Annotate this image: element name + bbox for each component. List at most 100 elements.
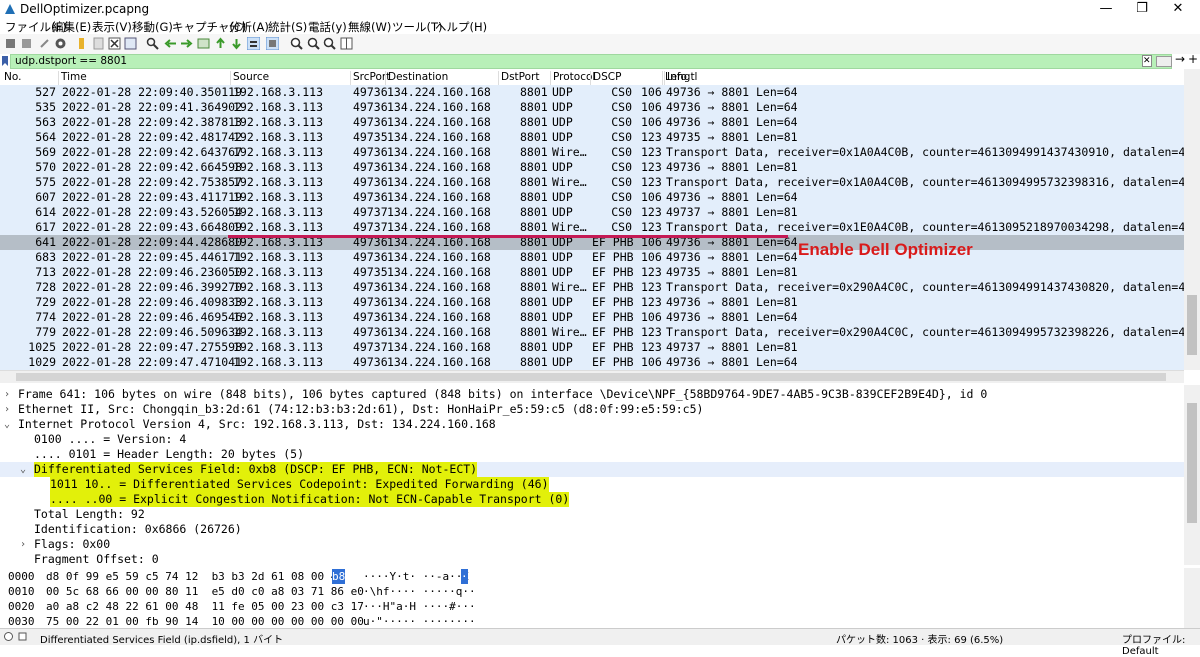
display-filter-input[interactable]: udp.dstport == 8801 ✕ [10, 54, 1172, 69]
table-row[interactable]: 683 2022-01-28 22:09:45.446171 192.168.3.1… [0, 250, 1184, 265]
detail-tree-item[interactable]: .... ..00 = Explicit Congestion Notifica… [0, 492, 1184, 507]
table-row[interactable]: 607 2022-01-28 22:09:43.411719 192.168.3.1… [0, 190, 1184, 205]
go-back-icon[interactable] [164, 37, 177, 50]
column-header-source[interactable]: Source [230, 71, 269, 85]
start-capture-icon[interactable] [4, 37, 17, 50]
zoom-out-icon[interactable] [307, 37, 320, 50]
menu-statistics[interactable]: 統計(S) [268, 19, 307, 35]
apply-filter-icon[interactable]: → [1175, 52, 1185, 66]
clear-filter-icon[interactable]: ✕ [1142, 55, 1152, 67]
packet-list-hscrollbar[interactable] [0, 370, 1184, 383]
reload-icon[interactable] [124, 37, 137, 50]
zoom-in-icon[interactable] [290, 37, 303, 50]
menu-go[interactable]: 移動(G) [132, 19, 173, 35]
capture-options-icon[interactable] [54, 37, 67, 50]
find-packet-icon[interactable] [146, 37, 159, 50]
table-row[interactable]: 614 2022-01-28 22:09:43.526054 192.168.3.1… [0, 205, 1184, 220]
close-button[interactable]: ✕ [1155, 0, 1200, 18]
table-row[interactable]: 1025 2022-01-28 22:09:47.275598 192.168.3.… [0, 340, 1184, 355]
table-row[interactable]: 563 2022-01-28 22:09:42.387813 192.168.3.1… [0, 115, 1184, 130]
table-row[interactable]: 564 2022-01-28 22:09:42.481742 192.168.3.1… [0, 130, 1184, 145]
menu-view[interactable]: 表示(V) [92, 19, 132, 35]
colorize-icon[interactable] [266, 37, 279, 50]
column-header-time[interactable]: Time [58, 71, 87, 85]
column-header-protocol[interactable]: Protocol [550, 71, 595, 85]
table-row[interactable]: 570 2022-01-28 22:09:42.664598 192.168.3.1… [0, 160, 1184, 175]
expanded-arrow-icon[interactable]: ⌄ [4, 417, 14, 432]
filter-history-dropdown[interactable] [1156, 56, 1172, 67]
expanded-arrow-icon[interactable]: ⌄ [20, 462, 30, 477]
detail-tree-item[interactable]: › Flags: 0x00 [0, 537, 1184, 552]
collapsed-arrow-icon[interactable]: › [4, 402, 14, 417]
open-file-icon[interactable] [75, 37, 88, 50]
collapsed-arrow-icon[interactable]: › [20, 537, 30, 552]
hex-bytes[interactable]: d8 0f 99 e5 59 c5 74 12 b3 b3 2d 61 08 0… [46, 569, 351, 584]
table-row[interactable]: 535 2022-01-28 22:09:41.364902 192.168.3.1… [0, 100, 1184, 115]
detail-tree-item[interactable]: .... 0101 = Header Length: 20 bytes (5) [0, 447, 1184, 462]
hex-bytes[interactable]: a0 a8 c2 48 22 61 00 48 11 fe 05 00 23 0… [46, 599, 364, 614]
table-row[interactable]: 1029 2022-01-28 22:09:47.471041 192.168.3.… [0, 355, 1184, 370]
table-row[interactable]: 774 2022-01-28 22:09:46.469546 192.168.3.1… [0, 310, 1184, 325]
detail-tree-item[interactable]: Fragment Offset: 0 [0, 552, 1184, 565]
capture-comment-icon[interactable] [18, 632, 27, 641]
menu-analyze[interactable]: 分析(A) [229, 19, 269, 35]
menu-help[interactable]: ヘルプ(H) [435, 19, 487, 35]
hex-ascii[interactable]: ···H"a·H ····#··· [363, 599, 476, 614]
table-row[interactable]: 575 2022-01-28 22:09:42.753857 192.168.3.1… [0, 175, 1192, 190]
go-forward-icon[interactable] [180, 37, 193, 50]
column-header-destination[interactable]: Destination [385, 71, 448, 85]
detail-tree-item[interactable]: ⌄ Differentiated Services Field: 0xb8 (DS… [0, 462, 1184, 477]
hex-ascii[interactable]: ·\hf···· ·····q·· [363, 584, 476, 599]
autoscroll-icon[interactable] [247, 37, 260, 50]
normal-size-icon[interactable] [323, 37, 336, 50]
hscrollbar-thumb[interactable] [16, 373, 1166, 381]
detail-tree-item[interactable]: › Frame 641: 106 bytes on wire (848 bits)… [0, 387, 1184, 402]
expert-info-icon[interactable] [4, 632, 13, 641]
details-scrollbar[interactable] [1184, 385, 1200, 565]
save-file-icon[interactable] [92, 37, 105, 50]
status-profile[interactable]: プロファイル: Default [1122, 631, 1200, 657]
table-row[interactable]: 713 2022-01-28 22:09:46.236050 192.168.3.1… [0, 265, 1184, 280]
table-row[interactable]: 729 2022-01-28 22:09:46.409833 192.168.3.1… [0, 295, 1184, 310]
detail-tree-item[interactable]: Total Length: 92 [0, 507, 1184, 522]
stop-capture-icon[interactable] [20, 37, 33, 50]
column-header-dscp[interactable]: DSCP [590, 71, 621, 85]
hex-bytes[interactable]: 75 00 22 01 00 fb 90 14 10 00 00 00 00 0… [46, 614, 364, 629]
menu-telephony[interactable]: 電話(y) [308, 19, 347, 35]
details-scrollbar-thumb[interactable] [1187, 403, 1197, 523]
selected-ascii-char[interactable]: · [461, 569, 468, 584]
hex-ascii[interactable]: u·"····· ········ [363, 614, 476, 629]
table-row[interactable]: 527 2022-01-28 22:09:40.350119 192.168.3.1… [0, 85, 1184, 100]
first-packet-icon[interactable] [214, 37, 227, 50]
detail-tree-item[interactable]: › Ethernet II, Src: Chongqin_b3:2d:61 (74… [0, 402, 1184, 417]
packet-list[interactable]: 527 2022-01-28 22:09:40.350119 192.168.3.1… [0, 85, 1192, 370]
detail-tree-item[interactable]: ⌄ Internet Protocol Version 4, Src: 192.1… [0, 417, 1184, 432]
table-row[interactable]: 779 2022-01-28 22:09:46.509634 192.168.3.1… [0, 325, 1192, 340]
detail-tree-item[interactable]: 0100 .... = Version: 4 [0, 432, 1184, 447]
detail-tree-item[interactable]: 1011 10.. = Differentiated Services Code… [0, 477, 1184, 492]
packet-time: 2022-01-28 22:09:43.411719 [62, 190, 243, 204]
selected-hex-byte[interactable]: b8 [332, 569, 346, 584]
column-header-info[interactable]: Info [664, 71, 687, 85]
add-filter-button[interactable]: + [1188, 52, 1198, 66]
go-to-packet-icon[interactable] [197, 37, 210, 50]
menu-edit[interactable]: 編集(E) [52, 19, 91, 35]
scrollbar-thumb[interactable] [1187, 295, 1197, 355]
collapsed-arrow-icon[interactable]: › [4, 387, 14, 402]
restart-capture-icon[interactable] [38, 37, 51, 50]
packet-list-scrollbar[interactable] [1184, 69, 1200, 370]
table-row[interactable]: 728 2022-01-28 22:09:46.399270 192.168.3.1… [0, 280, 1192, 295]
table-row[interactable]: 617 2022-01-28 22:09:43.664809 192.168.3.1… [0, 220, 1192, 235]
resize-columns-icon[interactable] [340, 37, 353, 50]
bytes-scrollbar[interactable] [1184, 568, 1200, 628]
last-packet-icon[interactable] [230, 37, 243, 50]
close-file-icon[interactable] [108, 37, 121, 50]
detail-tree-item[interactable]: Identification: 0x6866 (26726) [0, 522, 1184, 537]
bookmark-icon[interactable] [1, 55, 9, 67]
column-header-no[interactable]: No. [2, 71, 21, 85]
table-row[interactable]: 569 2022-01-28 22:09:42.643767 192.168.3.1… [0, 145, 1192, 160]
menu-wireless[interactable]: 無線(W) [348, 19, 391, 35]
column-header-dstport[interactable]: DstPort [498, 71, 540, 85]
hex-ascii[interactable]: ····Y·t· ··-a··E [363, 569, 469, 584]
hex-bytes[interactable]: 00 5c 68 66 00 00 80 11 e5 d0 c0 a8 03 7… [46, 584, 364, 599]
